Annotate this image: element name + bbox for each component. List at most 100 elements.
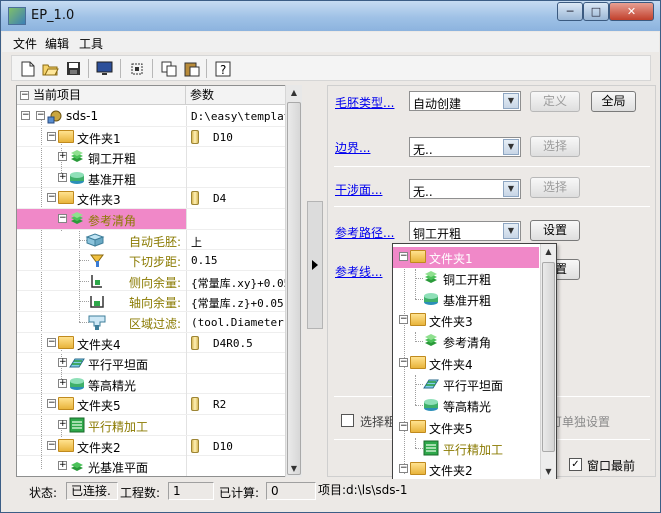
tree-row-operation-selected[interactable]: − 参考清角: [17, 209, 287, 230]
close-button[interactable]: ✕: [609, 2, 654, 21]
boundary-link[interactable]: 边界...: [335, 139, 370, 156]
collapse-toggle[interactable]: −: [47, 399, 56, 409]
chevron-down-icon[interactable]: ▼: [503, 93, 519, 109]
tree-row-param[interactable]: 自动毛胚: 上: [17, 229, 287, 251]
expand-toggle[interactable]: +: [58, 420, 67, 429]
tree-row-operation[interactable]: + 光基准平面: [17, 456, 287, 476]
dropdown-option[interactable]: 基准开粗: [393, 289, 539, 310]
tree-row-operation[interactable]: + 等高精光: [17, 373, 287, 395]
copy-icon[interactable]: [159, 59, 178, 78]
select-checkbox[interactable]: [341, 414, 354, 427]
tree-row-project[interactable]: − − sds-1 D:\easy\templat: [17, 106, 290, 127]
ref-path-setup-button[interactable]: 设置: [530, 220, 580, 241]
interference-select[interactable]: 无.. ▼: [409, 179, 521, 199]
open-folder-icon[interactable]: [41, 59, 60, 78]
define-button[interactable]: 定义: [530, 91, 580, 112]
panel-splitter[interactable]: [307, 201, 323, 329]
dropdown-option[interactable]: 铜工开粗: [393, 268, 539, 289]
interference-select-button[interactable]: 选择: [530, 177, 580, 198]
blank-type-select[interactable]: 自动创建 ▼: [409, 91, 521, 111]
scroll-up-arrow-icon[interactable]: ▲: [286, 85, 302, 101]
scroll-thumb[interactable]: [542, 262, 555, 452]
collapse-toggle[interactable]: −: [399, 464, 408, 473]
tree-row-param[interactable]: 区域过滤: (tool.Diameter-: [17, 312, 290, 333]
chevron-down-icon[interactable]: ▼: [503, 223, 519, 239]
tree-scrollbar[interactable]: ▲ ▼: [285, 85, 302, 477]
collapse-toggle[interactable]: −: [399, 252, 408, 261]
dropdown-option[interactable]: 参考清角: [393, 331, 539, 352]
dropdown-option[interactable]: 平行精加工: [393, 438, 539, 459]
collapse-toggle[interactable]: −: [21, 111, 30, 120]
expand-toggle[interactable]: +: [58, 461, 67, 471]
tree-row-folder[interactable]: − 文件夹3 D4: [17, 188, 287, 209]
paste-icon[interactable]: [182, 59, 201, 78]
expand-toggle[interactable]: +: [58, 378, 67, 388]
collapse-toggle[interactable]: −: [47, 440, 56, 450]
tree-body: − − sds-1 D:\easy\templat − 文件夹1 D10 + 铜…: [17, 106, 290, 476]
chevron-down-icon[interactable]: ▼: [503, 181, 519, 197]
monitor-icon[interactable]: [95, 59, 114, 78]
tree-row-operation[interactable]: + 平行精加工: [17, 415, 287, 436]
minimize-button[interactable]: ─: [557, 2, 583, 21]
ref-path-link[interactable]: 参考路径...: [335, 224, 394, 241]
tree-row-operation[interactable]: + 平行平坦面: [17, 353, 287, 374]
tree-row-param[interactable]: 轴向余量: {常量库.z}+0.05: [17, 291, 287, 312]
new-file-icon[interactable]: [18, 59, 37, 78]
maximize-button[interactable]: □: [583, 2, 609, 21]
tree-row-folder[interactable]: − 文件夹2 D10: [17, 435, 287, 457]
boundary-select[interactable]: 无.. ▼: [409, 137, 521, 157]
project-tree[interactable]: − 当前项目 参数 − − sds-1 D:\easy\templat − 文件…: [16, 85, 302, 477]
menu-file[interactable]: 文件: [13, 35, 37, 52]
region-icon[interactable]: [127, 59, 146, 78]
tree-row-folder[interactable]: − 文件夹4 D4R0.5: [17, 332, 287, 354]
dropdown-option[interactable]: − 文件夹5: [393, 417, 539, 438]
help-icon[interactable]: ?: [213, 59, 232, 78]
collapse-toggle[interactable]: −: [399, 358, 408, 367]
expand-right-icon[interactable]: [311, 259, 319, 271]
tree-row-folder[interactable]: − 文件夹1 D10: [17, 126, 287, 148]
expand-toggle[interactable]: +: [58, 172, 67, 182]
boundary-select-button[interactable]: 选择: [530, 136, 580, 157]
ref-path-dropdown[interactable]: − 文件夹1 铜工开粗 基准开粗 − 文件夹3 参考清角 − 文件夹4 平行平坦…: [392, 243, 557, 481]
dropdown-option[interactable]: 平行平坦面: [393, 374, 539, 395]
collapse-toggle[interactable]: −: [399, 315, 408, 324]
dropdown-option[interactable]: − 文件夹1: [393, 247, 539, 268]
title-bar[interactable]: EP_1.0 ─ □ ✕: [1, 1, 660, 31]
dropdown-option[interactable]: − 文件夹4: [393, 353, 539, 374]
dropdown-option[interactable]: − 文件夹2: [393, 459, 539, 480]
tree-row-folder[interactable]: − 文件夹5 R2: [17, 394, 287, 415]
menu-tools[interactable]: 工具: [79, 35, 103, 52]
project-count-value: 1: [168, 482, 214, 500]
global-button[interactable]: 全局: [591, 91, 636, 112]
window-top-checkbox[interactable]: ✓: [569, 458, 582, 471]
window-top-label: 窗口最前: [587, 459, 636, 473]
tree-row-operation[interactable]: + 基准开粗: [17, 167, 287, 189]
collapse-toggle[interactable]: −: [36, 111, 45, 120]
header-current-item[interactable]: − 当前项目: [17, 86, 186, 105]
expand-toggle[interactable]: +: [58, 152, 67, 162]
ref-path-select[interactable]: 铜工开粗 ▼: [409, 221, 521, 241]
collapse-toggle[interactable]: −: [47, 337, 56, 347]
save-icon[interactable]: [64, 59, 83, 78]
blank-type-link[interactable]: 毛胚类型...: [335, 94, 394, 111]
ref-line-link[interactable]: 参考线...: [335, 263, 382, 280]
menu-edit[interactable]: 编辑: [45, 35, 69, 52]
tree-row-param[interactable]: 下切步距: 0.15: [17, 250, 287, 271]
dropdown-option[interactable]: 等高精光: [393, 395, 539, 416]
collapse-toggle[interactable]: −: [58, 214, 67, 223]
collapse-toggle[interactable]: −: [47, 193, 56, 203]
scroll-down-arrow-icon[interactable]: ▼: [541, 464, 556, 480]
collapse-toggle[interactable]: −: [47, 131, 56, 141]
tree-row-operation[interactable]: + 铜工开粗: [17, 147, 287, 168]
scroll-up-arrow-icon[interactable]: ▲: [541, 244, 556, 260]
scroll-thumb[interactable]: [287, 102, 301, 475]
tree-row-param[interactable]: 侧向余量: {常量库.xy}+0.05: [17, 270, 290, 292]
collapse-toggle[interactable]: −: [399, 422, 408, 431]
interference-link[interactable]: 干涉面...: [335, 181, 382, 198]
dropdown-option[interactable]: − 文件夹3: [393, 310, 539, 331]
dropdown-scrollbar[interactable]: ▲ ▼: [540, 244, 556, 480]
header-params[interactable]: 参数: [186, 86, 287, 105]
chevron-down-icon[interactable]: ▼: [503, 139, 519, 155]
expand-toggle[interactable]: +: [58, 358, 67, 368]
scroll-down-arrow-icon[interactable]: ▼: [286, 461, 302, 477]
